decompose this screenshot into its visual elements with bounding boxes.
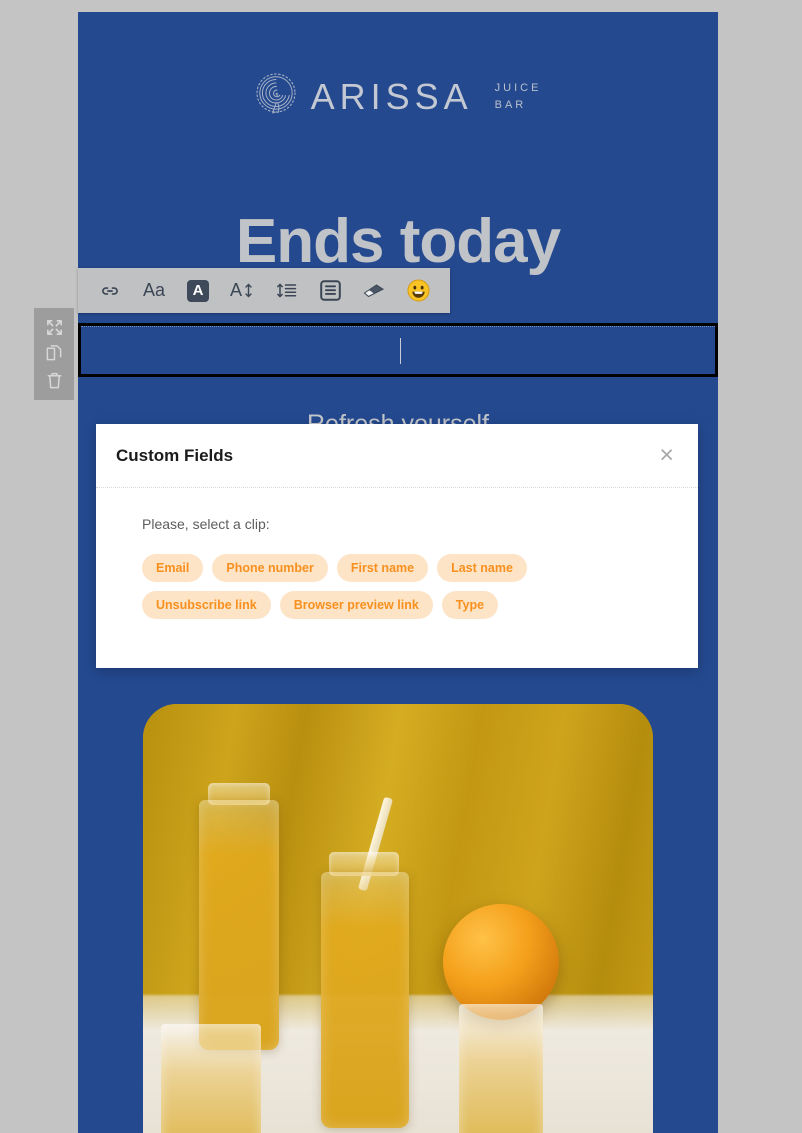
font-family-label: Aa <box>142 280 166 300</box>
modal-body: Please, select a clip: Email Phone numbe… <box>96 488 698 619</box>
logo-subtext: JUICE BAR <box>495 80 542 114</box>
selected-text-block[interactable] <box>78 323 718 377</box>
chip-type[interactable]: Type <box>441 591 499 619</box>
spiral-fingerprint-logo <box>255 72 297 122</box>
bottle-left <box>199 800 279 1050</box>
chip-last-name[interactable]: Last name <box>437 554 527 582</box>
logo-subtext-line2: BAR <box>494 99 527 111</box>
chip-unsubscribe-link[interactable]: Unsubscribe link <box>142 591 271 619</box>
chip-first-name[interactable]: First name <box>336 554 429 582</box>
font-size-label: A <box>229 280 242 300</box>
jar-front-left <box>161 1024 261 1133</box>
screen-root: ARISSA JUICE BAR Ends today Refresh your… <box>0 0 802 1133</box>
text-color-label: A <box>187 279 209 302</box>
modal-title: Custom Fields <box>116 445 234 465</box>
block-dotted-guide <box>81 326 715 327</box>
logo-wordmark: ARISSA <box>310 76 473 117</box>
font-size-icon[interactable]: A <box>220 268 264 313</box>
link-icon[interactable] <box>88 268 132 313</box>
custom-field-chip-list: Email Phone number First name Last name … <box>142 554 612 619</box>
orange-fruit <box>443 904 559 1020</box>
duplicate-block-icon[interactable] <box>41 342 67 366</box>
bottle-center <box>321 872 409 1128</box>
close-icon[interactable]: × <box>659 443 674 468</box>
custom-fields-modal: Custom Fields × Please, select a clip: E… <box>96 424 698 668</box>
block-action-rail <box>34 308 74 400</box>
text-caret <box>400 338 401 364</box>
format-toolbar: Aa A A <box>78 268 450 313</box>
hero-image[interactable] <box>143 704 653 1133</box>
chip-browser-preview-link[interactable]: Browser preview link <box>279 591 433 619</box>
eraser-icon[interactable] <box>352 268 396 313</box>
modal-header: Custom Fields × <box>96 424 698 488</box>
logo-subtext-line1: JUICE <box>494 81 542 94</box>
emoji-icon[interactable]: 😀 <box>396 268 440 313</box>
text-color-icon[interactable]: A <box>176 268 220 313</box>
move-block-icon[interactable] <box>41 315 67 339</box>
line-height-icon[interactable] <box>264 268 308 313</box>
delete-block-icon[interactable] <box>41 369 67 393</box>
email-headline[interactable]: Ends today <box>78 207 718 276</box>
font-family-icon[interactable]: Aa <box>132 268 176 313</box>
jar-right <box>459 1004 543 1133</box>
modal-prompt: Please, select a clip: <box>142 516 270 532</box>
chip-phone-number[interactable]: Phone number <box>212 554 328 582</box>
paragraph-align-icon[interactable] <box>308 268 352 313</box>
email-logo: ARISSA JUICE BAR <box>78 72 718 122</box>
chip-email[interactable]: Email <box>142 554 204 582</box>
